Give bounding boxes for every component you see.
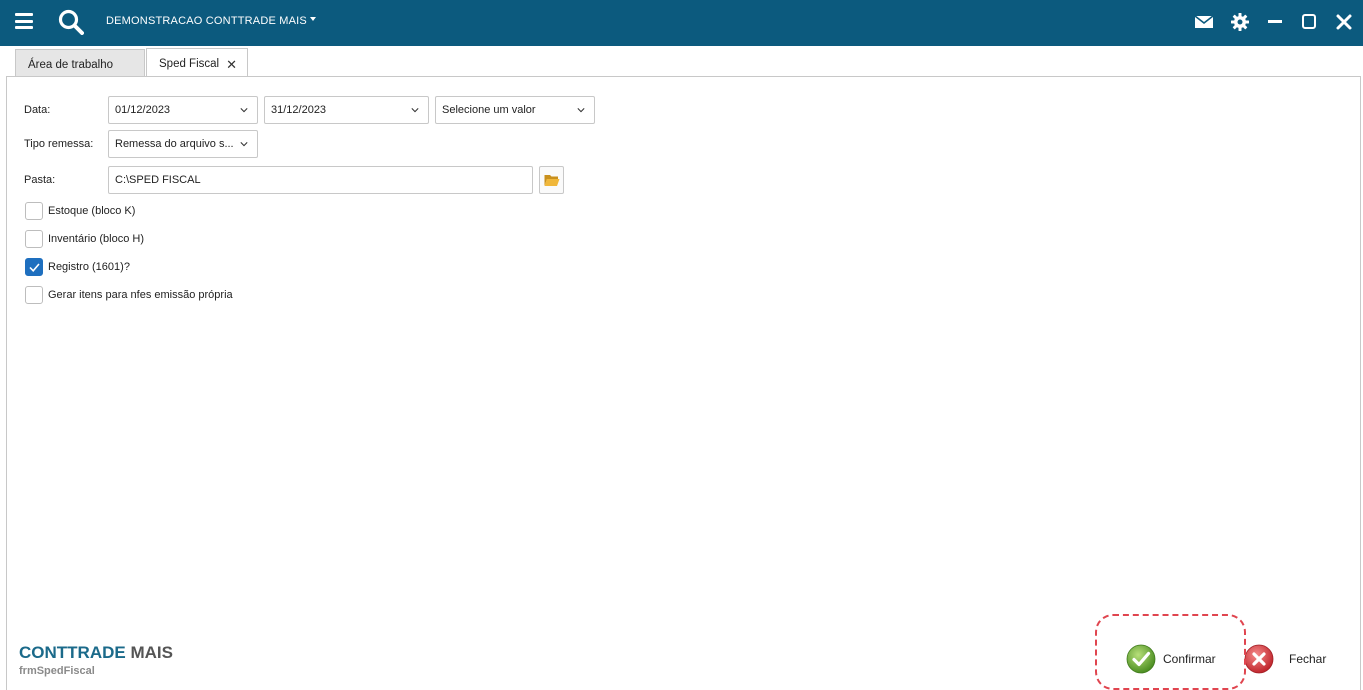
period-select[interactable]: Selecione um valor <box>435 96 595 124</box>
company-selector[interactable]: DEMONSTRACAO CONTTRADE MAIS <box>106 15 316 27</box>
checkmark-icon <box>29 263 40 272</box>
pasta-label: Pasta: <box>24 174 56 186</box>
registro-1601-checkbox[interactable] <box>25 258 43 276</box>
date-from-value: 01/12/2023 <box>115 104 171 116</box>
registro-1601-label: Registro (1601)? <box>48 261 130 273</box>
tab-close-icon[interactable]: ✕ <box>226 57 237 73</box>
tab-sped-fiscal[interactable]: Sped Fiscal ✕ <box>146 48 248 78</box>
gear-icon[interactable] <box>1230 12 1250 32</box>
estoque-label: Estoque (bloco K) <box>48 205 136 217</box>
form-name: frmSpedFiscal <box>19 665 95 677</box>
menu-icon[interactable] <box>15 13 33 29</box>
chevron-down-icon <box>240 142 248 147</box>
tipo-remessa-label: Tipo remessa: <box>24 138 94 150</box>
chevron-down-icon <box>240 108 248 113</box>
date-from-field[interactable]: 01/12/2023 <box>108 96 258 124</box>
tipo-remessa-value: Remessa do arquivo s... <box>115 138 234 150</box>
tab-area-de-trabalho[interactable]: Área de trabalho <box>15 49 145 77</box>
inventario-checkbox[interactable] <box>25 230 43 248</box>
top-bar: DEMONSTRACAO CONTTRADE MAIS <box>0 0 1363 46</box>
brand-part-1: CONTTRADE <box>19 643 126 662</box>
chevron-down-icon <box>577 108 585 113</box>
pasta-value: C:\SPED FISCAL <box>115 174 201 186</box>
pasta-input[interactable]: C:\SPED FISCAL <box>108 166 533 194</box>
gerar-itens-checkbox[interactable] <box>25 286 43 304</box>
close-circle-icon <box>1244 644 1274 674</box>
chevron-down-icon <box>411 108 419 113</box>
close-button[interactable]: Fechar <box>1244 644 1344 676</box>
search-icon[interactable] <box>58 9 84 35</box>
gerar-itens-label: Gerar itens para nfes emissão própria <box>48 289 233 301</box>
check-circle-icon <box>1126 644 1156 674</box>
date-to-field[interactable]: 31/12/2023 <box>264 96 429 124</box>
tab-strip: Área de trabalho Sped Fiscal ✕ <box>0 46 1363 78</box>
brand-part-2: MAIS <box>125 643 173 662</box>
inventario-label: Inventário (bloco H) <box>48 233 144 245</box>
tab-label: Área de trabalho <box>28 59 114 71</box>
date-to-value: 31/12/2023 <box>271 104 327 116</box>
envelope-icon[interactable] <box>1194 12 1214 32</box>
folder-open-icon <box>544 175 560 186</box>
minimize-icon[interactable] <box>1265 12 1285 32</box>
folder-browse-button[interactable] <box>539 166 564 194</box>
estoque-checkbox[interactable] <box>25 202 43 220</box>
brand-logo: CONTTRADE MAIS <box>19 643 173 663</box>
confirm-button[interactable]: Confirmar <box>1126 644 1236 676</box>
close-label: Fechar <box>1289 652 1327 666</box>
caret-down-icon <box>309 17 316 22</box>
period-select-placeholder: Selecione um valor <box>442 104 536 116</box>
data-label: Data: <box>24 104 51 116</box>
close-icon[interactable] <box>1334 12 1354 32</box>
company-name: DEMONSTRACAO CONTTRADE MAIS <box>106 15 307 27</box>
confirm-label: Confirmar <box>1163 652 1216 666</box>
tab-label: Sped Fiscal <box>159 58 220 70</box>
maximize-icon[interactable] <box>1299 12 1319 32</box>
tipo-remessa-select[interactable]: Remessa do arquivo s... <box>108 130 258 158</box>
